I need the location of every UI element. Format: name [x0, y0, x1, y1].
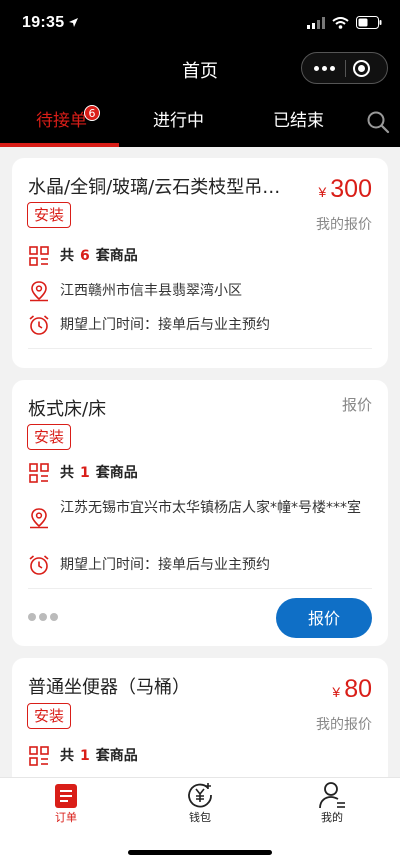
search-icon[interactable]: [366, 110, 390, 134]
wifi-icon: [332, 16, 349, 29]
battery-icon: [356, 16, 382, 29]
home-indicator: [128, 850, 272, 855]
count-suffix: 套商品: [95, 748, 138, 764]
location-arrow-icon: [69, 18, 78, 27]
order-title: 普通坐便器（马桶）: [28, 677, 190, 698]
my-quote-label: 我的报价: [316, 217, 372, 233]
count-prefix: 共: [60, 248, 74, 264]
more-options-icon[interactable]: [28, 613, 58, 621]
order-card[interactable]: 水晶/全铜/玻璃/云石类枝型吊灯… ¥300 我的报价 安装 共 6 套商品 江西赣…: [12, 158, 388, 368]
location-pin-icon: [30, 281, 48, 302]
quote-label: 报价: [341, 396, 372, 414]
bottom-tab-profile[interactable]: 我的: [282, 778, 382, 838]
count-prefix: 共: [60, 465, 74, 481]
my-quote-label: 我的报价: [316, 717, 372, 733]
order-card[interactable]: 板式床/床 报价 安装 共 1 套商品 江苏无锡市宜兴市太华镇杨店人家*幢*号楼**…: [12, 380, 388, 646]
signal-icon: [307, 16, 325, 29]
capsule-divider: [345, 60, 346, 77]
order-address: 江苏无锡市宜兴市太华镇杨店人家*幢*号楼***室: [60, 500, 361, 516]
visit-time-row: 期望上门时间：接单后与业主预约: [28, 554, 372, 576]
price-currency: ¥: [332, 684, 341, 700]
quote-button[interactable]: 报价: [276, 598, 372, 638]
goods-grid-icon: [29, 246, 49, 266]
goods-grid-icon: [29, 463, 49, 483]
visit-time: 期望上门时间：接单后与业主预约: [60, 317, 270, 333]
visit-time-row: 期望上门时间：接单后与业主预约: [28, 314, 372, 336]
address-row: 江西赣州市信丰县翡翠湾小区: [28, 280, 372, 302]
item-count-row: 共 6 套商品: [28, 245, 372, 267]
tab-pending[interactable]: 待接单: [36, 106, 87, 131]
price-value: 80: [344, 675, 372, 703]
count-suffix: 套商品: [95, 465, 138, 481]
more-icon[interactable]: [311, 59, 337, 77]
goods-grid-icon: [29, 746, 49, 766]
bottom-tab-orders[interactable]: 订单: [16, 778, 116, 838]
bottom-tab-label: 订单: [55, 811, 77, 824]
active-tab-indicator: [0, 143, 119, 147]
close-target-icon[interactable]: [353, 60, 370, 77]
order-icon: [55, 784, 77, 808]
order-card[interactable]: 普通坐便器（马桶） ¥80 我的报价 安装 共 1 套商品: [12, 658, 388, 788]
alarm-clock-icon: [29, 555, 49, 575]
visit-time: 期望上门时间：接单后与业主预约: [60, 557, 270, 573]
item-count: 1: [80, 748, 90, 764]
bottom-tab-label: 我的: [321, 811, 343, 824]
status-time: 19:35: [22, 14, 65, 31]
price-currency: ¥: [318, 184, 327, 200]
order-address: 江西赣州市信丰县翡翠湾小区: [60, 283, 242, 299]
price-value: 300: [330, 175, 372, 203]
bottom-tab-wallet[interactable]: 钱包: [150, 778, 250, 838]
count-suffix: 套商品: [95, 248, 138, 264]
status-bar: 19:35: [0, 0, 400, 48]
wallet-icon: [188, 783, 212, 808]
service-tag: 安装: [27, 703, 72, 729]
item-count: 1: [80, 465, 90, 481]
order-title: 板式床/床: [28, 399, 107, 420]
card-divider: [28, 348, 372, 349]
item-count: 6: [80, 248, 90, 264]
order-price: ¥80: [332, 675, 372, 704]
service-tag: 安装: [27, 202, 72, 228]
miniprogram-capsule: [301, 52, 388, 84]
location-pin-icon: [30, 508, 48, 529]
pending-count-badge: 6: [84, 105, 100, 121]
count-prefix: 共: [60, 748, 74, 764]
order-title: 水晶/全铜/玻璃/云石类枝型吊灯…: [28, 177, 298, 198]
alarm-clock-icon: [29, 315, 49, 335]
tab-in-progress[interactable]: 进行中: [153, 106, 204, 131]
address-row: 江苏无锡市宜兴市太华镇杨店人家*幢*号楼***室: [28, 496, 372, 529]
order-price: ¥300: [318, 175, 372, 204]
tab-finished[interactable]: 已结束: [273, 106, 324, 131]
card-divider: [28, 588, 372, 589]
nav-bar: 首页: [0, 48, 400, 92]
item-count-row: 共 1 套商品: [28, 745, 372, 767]
item-count-row: 共 1 套商品: [28, 462, 372, 484]
bottom-tab-label: 钱包: [189, 811, 211, 824]
profile-icon: [319, 782, 345, 809]
service-tag: 安装: [27, 424, 72, 450]
